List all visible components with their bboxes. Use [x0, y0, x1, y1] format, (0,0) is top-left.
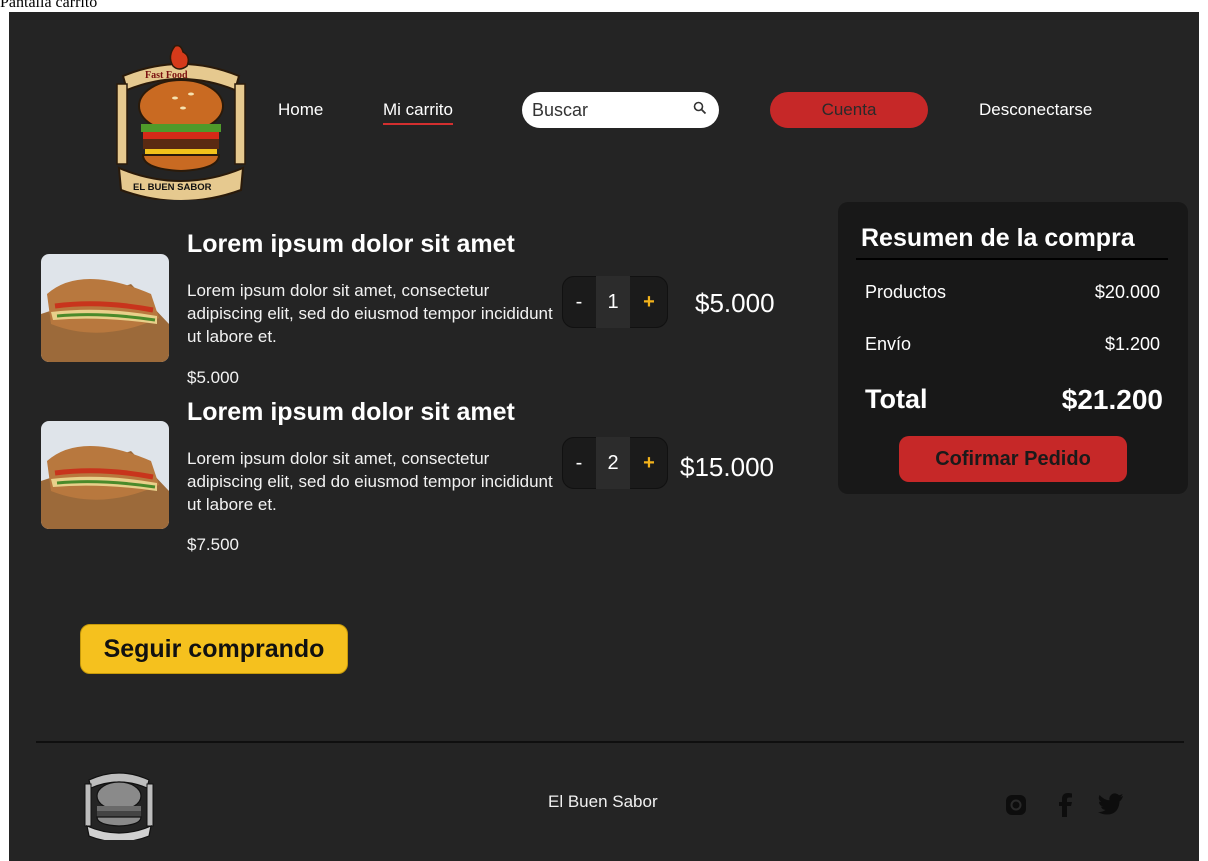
decrease-button[interactable]: -: [562, 291, 596, 314]
order-summary-panel: Resumen de la compra Productos $20.000 E…: [838, 202, 1188, 494]
total-label: Total: [865, 384, 928, 414]
brand-logo[interactable]: Fast Food EL BUEN SABOR: [113, 44, 249, 202]
product-total: $15.000: [680, 452, 774, 482]
summary-title: Resumen de la compra: [861, 224, 1135, 252]
quantity-stepper: - 1 +: [562, 276, 668, 328]
shipping-label: Envío: [865, 334, 912, 354]
search-input[interactable]: [530, 98, 693, 122]
confirm-order-button[interactable]: Cofirmar Pedido: [899, 436, 1127, 482]
increase-button[interactable]: +: [630, 291, 668, 314]
product-title: Lorem ipsum dolor sit amet: [187, 398, 515, 426]
product-image: [41, 254, 169, 362]
decrease-button[interactable]: -: [562, 452, 596, 475]
logo-banner-text: EL BUEN SABOR: [133, 182, 212, 193]
nav-cart-link[interactable]: Mi carrito: [383, 100, 453, 125]
product-unit-price: $7.500: [187, 535, 239, 554]
total-value: $21.200: [1061, 384, 1163, 415]
logout-link[interactable]: Desconectarse: [979, 100, 1092, 120]
summary-divider: [856, 258, 1168, 260]
products-value: $20.000: [1094, 282, 1160, 302]
search-icon[interactable]: [693, 101, 707, 120]
frame-caption: Pantalla carrito: [0, 0, 98, 11]
continue-shopping-button[interactable]: Seguir comprando: [80, 624, 348, 674]
product-description: Lorem ipsum dolor sit amet, consectetur …: [187, 449, 553, 514]
product-image: [41, 421, 169, 529]
cart-screen: Fast Food EL BUEN SABOR Home Mi carrito: [9, 12, 1199, 861]
nav-home-link[interactable]: Home: [278, 100, 323, 120]
instagram-icon[interactable]: [1003, 791, 1029, 817]
quantity-stepper: - 2 +: [562, 437, 668, 489]
twitter-icon[interactable]: [1097, 791, 1123, 817]
quantity-value[interactable]: 2: [596, 437, 630, 489]
product-description: Lorem ipsum dolor sit amet, consectetur …: [187, 281, 553, 346]
increase-button[interactable]: +: [630, 452, 668, 475]
search-bar: [522, 92, 719, 128]
quantity-value[interactable]: 1: [596, 276, 630, 328]
facebook-icon[interactable]: [1053, 791, 1079, 817]
products-label: Productos: [865, 282, 947, 302]
product-title: Lorem ipsum dolor sit amet: [187, 230, 515, 258]
shipping-value: $1.200: [1104, 334, 1160, 354]
footer-logo[interactable]: [83, 764, 155, 843]
footer-divider: [36, 741, 1184, 743]
footer-brand-name: El Buen Sabor: [548, 792, 658, 811]
active-underline: [383, 123, 453, 125]
account-button[interactable]: Cuenta: [770, 92, 928, 128]
product-total: $5.000: [695, 288, 775, 318]
nav-cart-label: Mi carrito: [383, 100, 453, 119]
product-unit-price: $5.000: [187, 368, 239, 387]
